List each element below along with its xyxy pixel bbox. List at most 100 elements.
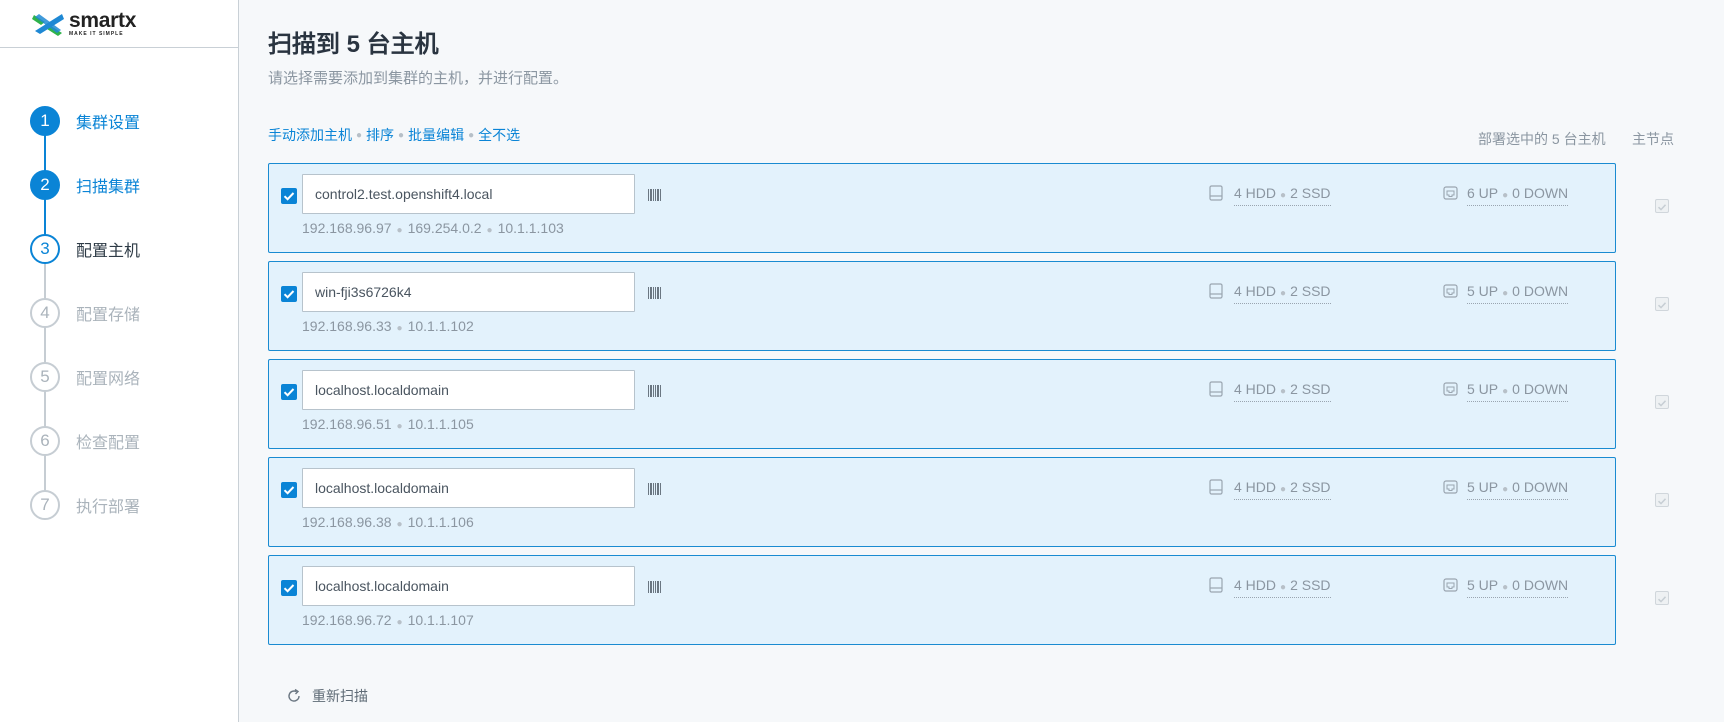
hdd-count: 4 HDD	[1234, 479, 1277, 495]
master-node-header: 主节点	[1632, 131, 1674, 147]
sidebar: smartx MAKE IT SIMPLE 1 集群设置 2 扫描集群 3 配置…	[0, 0, 239, 722]
separator-dot: ●	[1502, 288, 1509, 299]
master-node-checkbox[interactable]	[1655, 199, 1669, 213]
nic-up-count: 5 UP	[1467, 283, 1499, 299]
network-summary[interactable]: 5 UP ● 0 DOWN	[1467, 283, 1569, 304]
host-select-checkbox[interactable]	[281, 286, 297, 302]
master-node-checkbox[interactable]	[1655, 591, 1669, 605]
step-cluster-settings[interactable]: 1 集群设置	[30, 106, 140, 136]
host-select-checkbox[interactable]	[281, 482, 297, 498]
step-configure-hosts[interactable]: 3 配置主机	[30, 234, 140, 264]
disk-summary[interactable]: 4 HDD ● 2 SSD	[1234, 577, 1331, 598]
barcode-icon[interactable]	[648, 385, 661, 397]
separator-dot: ●	[1502, 190, 1509, 201]
host-actions: 手动添加主机 ● 排序 ● 批量编辑 ● 全不选	[268, 125, 520, 145]
host-card: 192.168.96.72●10.1.1.1074 HDD●2 SSD5 UP●…	[268, 555, 1669, 645]
hostname-input[interactable]	[302, 468, 635, 508]
network-port-icon	[1443, 284, 1458, 298]
nic-down-count: 0 DOWN	[1512, 283, 1569, 299]
host-card: 192.168.96.38●10.1.1.106 4 HDD●2 SSD 5 UP●…	[268, 457, 1669, 547]
step-number: 5	[30, 362, 60, 392]
host-ip: 192.168.96.97	[302, 220, 392, 236]
host-select-checkbox[interactable]	[281, 580, 297, 596]
host-ip: 10.1.1.102	[407, 318, 474, 334]
step-configure-storage: 4 配置存储	[30, 298, 140, 328]
sort-link[interactable]: 排序	[366, 125, 394, 145]
step-configure-network: 5 配置网络	[30, 362, 140, 392]
disk-icon	[1209, 381, 1223, 397]
step-scan-cluster[interactable]: 2 扫描集群	[30, 170, 140, 200]
host-ip: 10.1.1.105	[407, 416, 474, 432]
host-ip: 10.1.1.103	[497, 220, 564, 236]
rescan-button[interactable]: 重新扫描	[286, 686, 368, 706]
checkbox-check-icon	[1657, 596, 1667, 603]
hostname-input[interactable]	[302, 174, 635, 214]
barcode-icon[interactable]	[648, 483, 661, 495]
nic-up-count: 5 UP	[1467, 381, 1499, 397]
separator-dot: ●	[396, 421, 403, 432]
checkbox-checked-icon	[283, 388, 295, 397]
host-ip-list: 192.168.96.38 ● 10.1.1.106	[302, 514, 474, 530]
nic-down-count: 0 DOWN	[1512, 479, 1569, 495]
nic-up-count: 6 UP	[1467, 185, 1499, 201]
nic-up-count: 5 UP	[1467, 577, 1499, 593]
network-summary[interactable]: 5 UP ● 0 DOWN	[1467, 577, 1569, 598]
checkbox-checked-icon	[283, 192, 295, 201]
hostname-input[interactable]	[302, 566, 635, 606]
step-number: 3	[30, 234, 60, 264]
ssd-count: 2 SSD	[1290, 185, 1331, 201]
barcode-icon[interactable]	[648, 287, 661, 299]
network-port-icon	[1443, 480, 1458, 494]
deselect-all-link[interactable]: 全不选	[478, 125, 520, 145]
disk-summary[interactable]: 4 HDD ● 2 SSD	[1234, 479, 1331, 500]
disk-summary[interactable]: 4 HDD ● 2 SSD	[1234, 185, 1331, 206]
network-summary[interactable]: 5 UP ● 0 DOWN	[1467, 381, 1569, 402]
separator-dot: ●	[1502, 582, 1509, 593]
logo: smartx MAKE IT SIMPLE	[0, 0, 238, 48]
step-number: 2	[30, 170, 60, 200]
disk-summary[interactable]: 4 HDD ● 2 SSD	[1234, 381, 1331, 402]
network-summary[interactable]: 5 UP ● 0 DOWN	[1467, 479, 1569, 500]
separator-dot: ●	[486, 225, 493, 236]
host-card: 192.168.96.97 ● 169.254.0.2 ● 10.1.1.103 4 HD…	[268, 163, 1669, 253]
checkbox-checked-icon	[283, 486, 295, 495]
hostname-input[interactable]	[302, 272, 635, 312]
hdd-count: 4 HDD	[1234, 577, 1277, 593]
step-label: 配置存储	[76, 307, 141, 324]
page-title: 扫描到 5 台主机	[268, 31, 439, 58]
host-select-checkbox[interactable]	[281, 188, 297, 204]
rescan-label: 重新扫描	[312, 688, 368, 704]
host-ip-list: 192.168.96.33 ● 10.1.1.102	[302, 318, 474, 334]
master-node-checkbox[interactable]	[1655, 395, 1669, 409]
separator-dot: ●	[1280, 582, 1287, 593]
checkbox-checked-icon	[283, 290, 295, 299]
step-label: 配置主机	[76, 243, 141, 260]
refresh-icon	[288, 688, 300, 702]
step-number: 6	[30, 426, 60, 456]
nic-down-count: 0 DOWN	[1512, 577, 1569, 593]
master-node-checkbox[interactable]	[1655, 297, 1669, 311]
ssd-count: 2 SSD	[1290, 479, 1331, 495]
network-port-icon	[1443, 578, 1458, 592]
host-card: 192.168.96.33●10.1.1.1024 HDD●2 SSD5 UP●…	[268, 261, 1669, 351]
hostname-input[interactable]	[302, 370, 635, 410]
brand-tagline: MAKE IT SIMPLE	[69, 31, 124, 37]
barcode-icon[interactable]	[648, 581, 661, 593]
host-ip: 169.254.0.2	[407, 220, 482, 236]
master-node-checkbox[interactable]	[1655, 493, 1669, 507]
separator-dot: ●	[396, 225, 403, 236]
disk-summary[interactable]: 4 HDD ● 2 SSD	[1234, 283, 1331, 304]
add-host-manually-link[interactable]: 手动添加主机	[268, 125, 352, 145]
page-subtitle: 请选择需要添加到集群的主机，并进行配置。	[268, 70, 569, 87]
separator-dot: ●	[1502, 386, 1509, 397]
network-summary[interactable]: 6 UP ● 0 DOWN	[1467, 185, 1569, 206]
nic-up-count: 5 UP	[1467, 479, 1499, 495]
disk-icon	[1209, 577, 1223, 593]
host-ip: 192.168.96.38	[302, 514, 392, 530]
barcode-icon[interactable]	[648, 189, 661, 201]
hdd-count: 4 HDD	[1234, 283, 1277, 299]
separator-dot: ●	[1280, 288, 1287, 299]
host-select-checkbox[interactable]	[281, 384, 297, 400]
separator-dot: ●	[468, 129, 475, 141]
batch-edit-link[interactable]: 批量编辑	[408, 125, 464, 145]
